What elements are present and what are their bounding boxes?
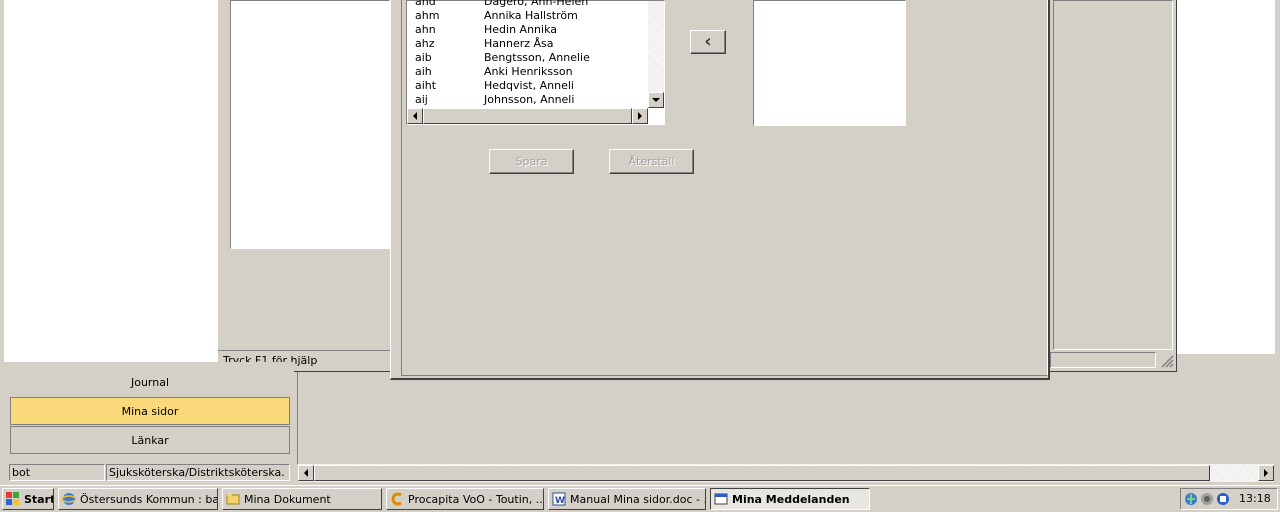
chevron-right-icon (637, 112, 642, 120)
windows-logo-icon (6, 492, 19, 505)
taskbar-item-procapita[interactable]: Procapita VoO - Toutin, ... (386, 488, 544, 510)
dialog-window: and Dagerö, Ann-Helen ahm Annika Hallström… (390, 0, 1050, 380)
horizontal-scroll-thumb[interactable] (423, 108, 632, 124)
chevron-right-icon (1263, 469, 1268, 477)
messenger-icon[interactable] (1216, 492, 1230, 506)
bottom-horizontal-scrollbar[interactable] (298, 464, 1274, 482)
scroll-right-button[interactable] (632, 108, 648, 124)
word-icon: W (552, 492, 566, 506)
chevron-left-icon (303, 469, 308, 477)
scroll-left-button[interactable] (407, 108, 423, 124)
folder-icon (226, 494, 240, 505)
save-button[interactable]: Spara (489, 149, 574, 174)
ie-icon (62, 493, 76, 505)
right-edge (1275, 0, 1280, 354)
right-white-area (1177, 0, 1276, 354)
background-right-area (1053, 0, 1173, 350)
left-white-panel (4, 0, 219, 362)
clock[interactable]: 13:18 (1239, 492, 1271, 505)
background-status-field (1050, 352, 1156, 368)
selected-list[interactable] (753, 0, 906, 126)
taskbar-item-folder[interactable]: Mina Dokument (222, 488, 382, 510)
bottom-scroll-left-button[interactable] (298, 465, 314, 481)
chevron-left-icon (412, 112, 417, 120)
user-name-cell: bot (9, 464, 105, 481)
taskbar-item-word[interactable]: W Manual Mina sidor.doc - ... (548, 488, 706, 510)
nav-journal-button[interactable]: Journal (10, 368, 290, 396)
resize-grip-icon[interactable] (1160, 354, 1174, 368)
list-rows: and Dagerö, Ann-Helen ahm Annika Hallström… (415, 0, 590, 106)
background-white-area (230, 0, 390, 249)
nav-mina-sidor-button[interactable]: Mina sidor (10, 397, 290, 425)
reset-button[interactable]: Återställ (609, 149, 694, 174)
taskbar-item-ie[interactable]: Östersunds Kommun : ba... (58, 488, 218, 510)
chevron-down-icon (652, 97, 660, 102)
nav-lankar-button[interactable]: Länkar (10, 426, 290, 454)
arrow-left-icon: ‹ (704, 31, 712, 52)
horizontal-scrollbar[interactable] (407, 108, 648, 124)
start-button[interactable]: Start (2, 488, 54, 510)
user-role-cell: Sjuksköterska/Distriktsköterska. (106, 464, 290, 481)
lower-content-area (297, 372, 1280, 464)
scroll-down-button[interactable] (648, 92, 664, 108)
network-icon[interactable] (1184, 492, 1198, 506)
vertical-scrollbar[interactable] (648, 1, 664, 108)
bottom-scroll-thumb[interactable] (314, 465, 1210, 481)
user-list[interactable]: and Dagerö, Ann-Helen ahm Annika Hallström… (406, 0, 665, 125)
taskbar-item-mina-meddelanden[interactable]: Mina Meddelanden (710, 488, 870, 510)
move-left-button[interactable]: ‹ (690, 30, 726, 54)
svg-text:W: W (555, 496, 565, 506)
system-tray: 13:18 (1180, 488, 1278, 510)
speaker-icon[interactable] (1200, 492, 1214, 506)
procapita-icon (391, 492, 402, 506)
window-icon (714, 493, 728, 505)
bottom-scroll-right-button[interactable] (1258, 465, 1274, 481)
